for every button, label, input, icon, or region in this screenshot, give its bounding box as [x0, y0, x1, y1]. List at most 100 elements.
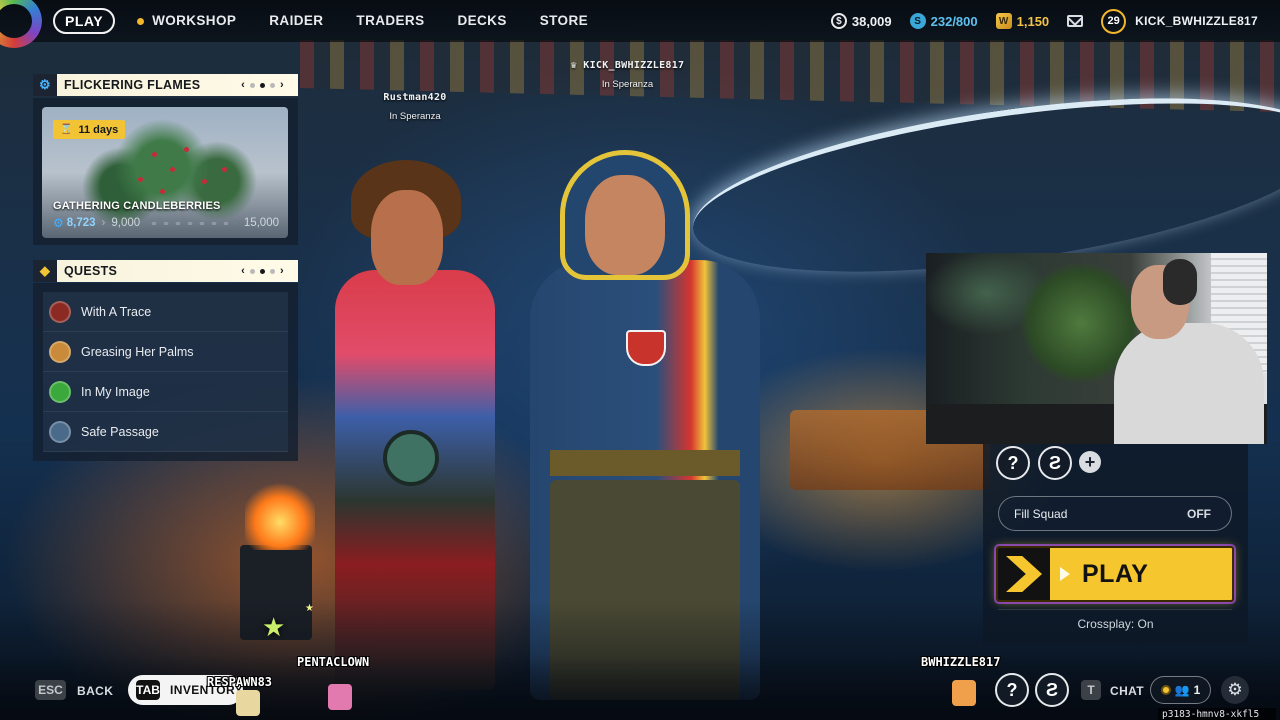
player-level-badge[interactable]: 29	[1101, 8, 1127, 34]
quest-item[interactable]: Safe Passage	[43, 412, 288, 452]
back-label[interactable]: BACK	[77, 684, 113, 698]
quest-item[interactable]: In My Image	[43, 372, 288, 412]
status-dot-icon	[1160, 685, 1171, 695]
coins-value: 38,009	[851, 13, 892, 29]
player-username[interactable]: KICK_BWHIZZLE817	[1135, 14, 1258, 28]
main-nav: PLAY WORKSHOP RAIDER TRADERS DECKS STORE	[53, 8, 588, 34]
add-squad-member-button[interactable]: +	[1079, 451, 1101, 473]
jacket-logo	[626, 330, 666, 366]
chevron-right-icon[interactable]: ›	[280, 265, 284, 277]
page-dot	[270, 268, 276, 274]
nav-play[interactable]: PLAY	[53, 8, 116, 34]
stream-overlay-name: BWHIZZLE817	[921, 655, 1001, 669]
event-panel-header: ⚙ FLICKERING FLAMES ‹ ›	[33, 74, 298, 96]
page-dot-active	[260, 268, 266, 274]
barrel-fire	[245, 480, 315, 550]
quest-avatar-icon	[49, 300, 71, 323]
stream-sprite	[952, 680, 976, 706]
progress-max: 15,000	[243, 217, 279, 229]
divider	[998, 609, 1232, 610]
player-tag-location: In Speranza	[601, 79, 654, 90]
people-icon: 👥	[1174, 683, 1190, 697]
quest-label: Greasing Her Palms	[81, 344, 194, 359]
hourglass-icon: ⌛	[60, 124, 73, 135]
chevron-logo-icon	[998, 548, 1050, 600]
play-icon	[1060, 567, 1070, 581]
headset-icon	[1163, 259, 1197, 305]
event-card[interactable]: ⌛ 11 days GATHERING CANDLEBERRIES ⚙ 8,72…	[33, 98, 298, 245]
tab-key-hint: TAB	[136, 680, 161, 700]
streamer-webcam	[926, 253, 1267, 444]
chat-label[interactable]: CHAT	[1110, 684, 1144, 698]
gold-value: 1,150	[1016, 13, 1050, 29]
player-tag-location: In Speranza	[389, 111, 441, 122]
progress-current: 8,723	[66, 217, 96, 229]
days-remaining-text: 11 days	[78, 123, 119, 136]
quest-item[interactable]: With A Trace	[43, 292, 288, 332]
quest-label: In My Image	[81, 384, 150, 399]
gold-stat[interactable]: W 1,150	[995, 13, 1050, 29]
fill-squad-label: Fill Squad	[1014, 506, 1068, 521]
fill-squad-value: OFF	[1187, 506, 1211, 521]
top-navigation-bar: PLAY WORKSHOP RAIDER TRADERS DECKS STORE…	[0, 0, 1280, 48]
settings-icon[interactable]: ⚙	[1221, 676, 1249, 704]
fill-squad-toggle[interactable]: Fill Squad OFF	[998, 496, 1232, 531]
progress-next-milestone: 9,000	[111, 217, 141, 229]
belt-buckle	[383, 430, 439, 486]
quests-list: With A Trace Greasing Her Palms In My Im…	[33, 283, 298, 461]
star-icon: ★	[262, 612, 286, 642]
nav-traders[interactable]: TRADERS	[356, 8, 424, 34]
quests-title: QUESTS	[64, 264, 118, 278]
quest-avatar-icon	[49, 380, 71, 403]
squad-slot-empty[interactable]: ?	[996, 446, 1030, 480]
build-id: p3183-hmnv8-xkfl5	[1158, 708, 1276, 720]
gold-icon: W	[995, 13, 1012, 29]
nav-decks[interactable]: DECKS	[457, 8, 506, 34]
play-button[interactable]: PLAY	[996, 546, 1234, 602]
squad-slot-player[interactable]: Ƨ	[1035, 673, 1069, 707]
squad-slot-empty[interactable]: ?	[995, 673, 1029, 707]
credits-icon: S	[909, 13, 926, 29]
t-key-hint[interactable]: T	[1081, 680, 1101, 700]
friends-count: 1	[1193, 683, 1201, 697]
credits-value: 232/800	[930, 13, 978, 29]
chevron-left-icon[interactable]: ‹	[241, 265, 245, 277]
squad-slot-player[interactable]: Ƨ	[1038, 446, 1072, 480]
quest-item[interactable]: Greasing Her Palms	[43, 332, 288, 372]
event-card-title: GATHERING CANDLEBERRIES	[53, 200, 221, 212]
player-tag-name: Rustman420	[383, 92, 447, 103]
nav-store[interactable]: STORE	[540, 8, 588, 34]
event-progress: ⚙ 8,723 › 9,000 15,000	[53, 216, 279, 230]
diamond-icon: ◆	[33, 260, 57, 282]
chevron-right-icon[interactable]: ›	[280, 79, 284, 91]
stream-overlay-name: RESPAWN83	[207, 675, 273, 689]
coins-stat[interactable]: $ 38,009	[830, 13, 892, 29]
quest-avatar-icon	[49, 340, 71, 363]
page-dot	[250, 268, 256, 274]
event-pager: ‹ ›	[241, 79, 284, 91]
page-dot-active	[260, 82, 266, 88]
esc-key-hint[interactable]: ESC	[35, 680, 66, 700]
stream-sprite	[328, 684, 352, 710]
gear-icon: ⚙	[53, 216, 64, 230]
progress-track	[148, 221, 236, 225]
notification-dot-icon	[137, 17, 145, 25]
mail-icon[interactable]	[1067, 15, 1084, 27]
stream-sprite	[236, 690, 260, 716]
nav-workshop[interactable]: WORKSHOP	[137, 8, 236, 34]
sparkle-icon: ★	[305, 603, 314, 614]
gear-icon: ⚙	[33, 74, 57, 96]
chevron-left-icon[interactable]: ‹	[241, 79, 245, 91]
friends-button[interactable]: 👥 1	[1150, 676, 1211, 704]
player-tag: Rustman420 In Speranza	[370, 92, 460, 122]
coin-icon: $	[830, 13, 847, 29]
rainbow-overlay	[0, 0, 42, 48]
credits-stat[interactable]: S 232/800	[909, 13, 978, 29]
nav-raider[interactable]: RAIDER	[269, 8, 323, 34]
days-remaining-badge: ⌛ 11 days	[53, 120, 126, 139]
quest-label: Safe Passage	[81, 424, 159, 439]
page-dot	[270, 82, 276, 88]
stream-overlay-name: PENTACLOWN	[297, 655, 370, 669]
candleberry-bush-image: ⌛ 11 days GATHERING CANDLEBERRIES ⚙ 8,72…	[42, 107, 288, 238]
play-button-label: PLAY	[1082, 559, 1149, 588]
